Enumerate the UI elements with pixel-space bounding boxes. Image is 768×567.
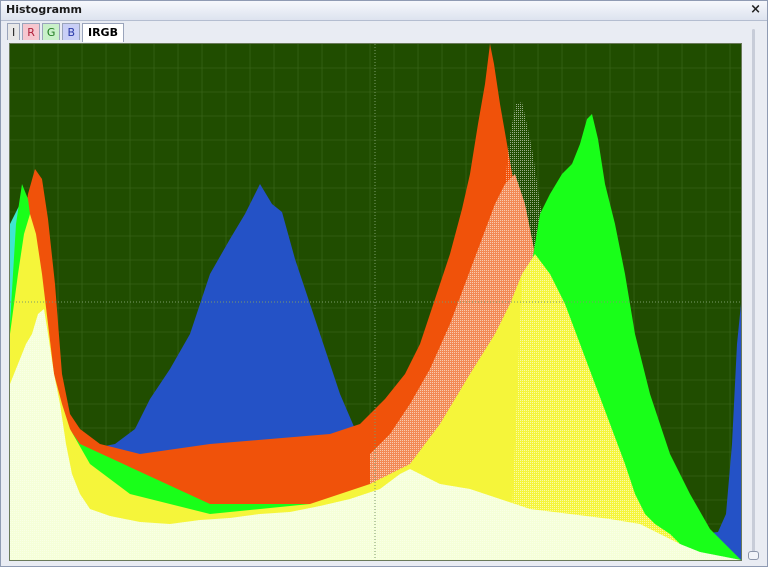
close-icon[interactable]: × [750, 2, 761, 17]
histogram-plot [9, 43, 742, 561]
title-bar: Histogramm × [1, 1, 767, 21]
slider-track[interactable] [752, 29, 755, 555]
tab-green[interactable]: G [41, 23, 61, 40]
tab-blue[interactable]: B [62, 23, 80, 40]
histogram-window: Histogramm × I R G B IRGB [0, 0, 768, 567]
tab-intensity[interactable]: I [7, 23, 21, 40]
histogram-graph [10, 44, 741, 560]
channel-tabs: I R G B IRGB [7, 23, 124, 42]
tab-irgb[interactable]: IRGB [81, 23, 124, 42]
slider-thumb[interactable] [748, 551, 759, 560]
vertical-slider[interactable] [747, 25, 761, 563]
window-title: Histogramm [6, 3, 82, 16]
tab-red[interactable]: R [22, 23, 40, 40]
